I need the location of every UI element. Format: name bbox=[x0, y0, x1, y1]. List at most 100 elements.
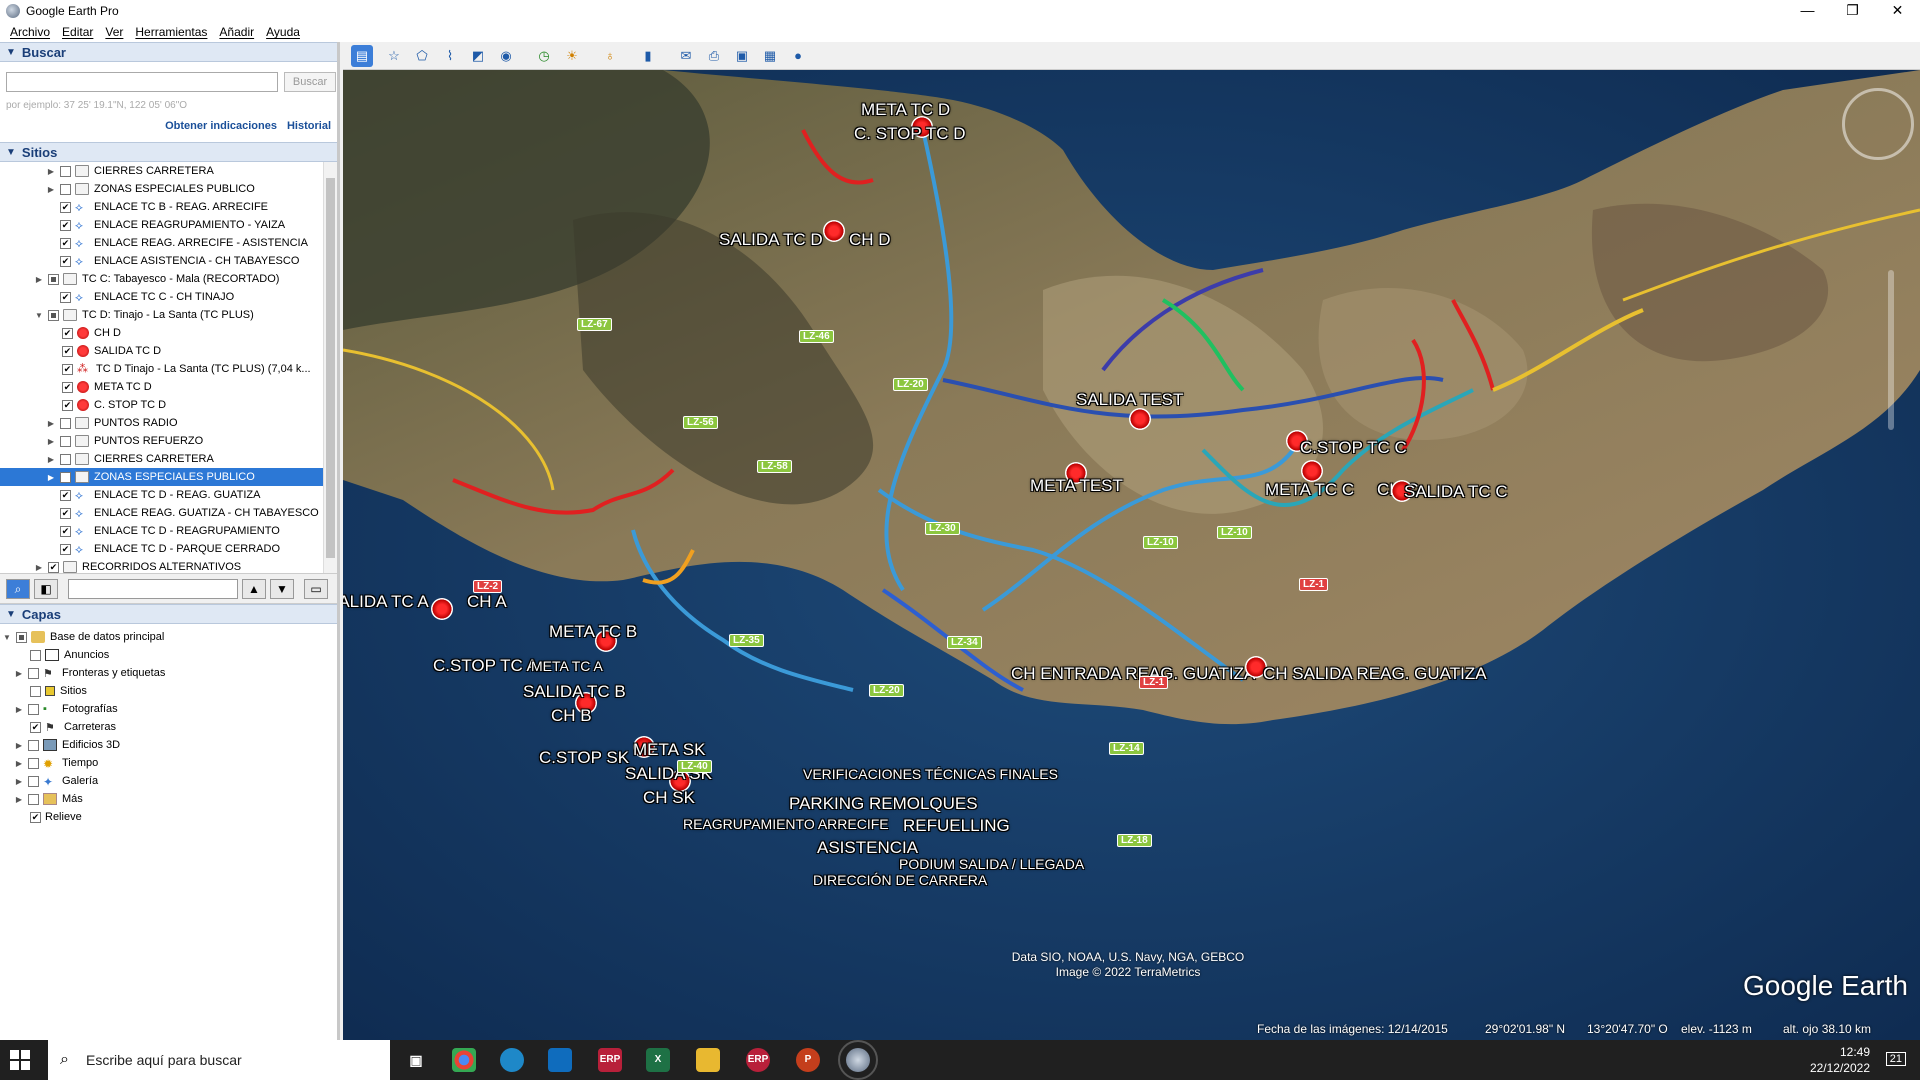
clock-time[interactable]: 12:49 bbox=[1810, 1044, 1870, 1060]
map-label[interactable]: SALIDA TC D bbox=[719, 230, 823, 250]
menu-archivo[interactable]: Archivo bbox=[4, 25, 56, 39]
tree-item[interactable]: ✔ ⟡ ENLACE TC C - CH TINAJO bbox=[46, 288, 337, 306]
sidebar-toggle-icon[interactable]: ▤ bbox=[351, 45, 373, 67]
add-polygon-icon[interactable]: ⬠ bbox=[411, 45, 433, 67]
map-label[interactable]: CH D bbox=[849, 230, 891, 250]
map-pin-meta-tc-c[interactable] bbox=[1301, 460, 1323, 482]
layer-item[interactable]: ▶ ✹ Tiempo bbox=[14, 754, 98, 772]
checkbox[interactable]: ✔ bbox=[60, 525, 71, 537]
tree-item[interactable]: ✔ CH D bbox=[58, 324, 337, 342]
expand-arrow-icon[interactable]: ▶ bbox=[46, 185, 56, 194]
expand-arrow-icon[interactable]: ▶ bbox=[14, 669, 24, 678]
expand-arrow-icon[interactable]: ▶ bbox=[14, 705, 24, 714]
get-directions-link[interactable]: Obtener indicaciones bbox=[165, 120, 277, 132]
ruler-icon[interactable]: ▮ bbox=[637, 45, 659, 67]
tree-item-selected[interactable]: ▶ ZONAS ESPECIALES PUBLICO bbox=[0, 468, 323, 486]
zoom-slider[interactable] bbox=[1888, 270, 1894, 430]
record-tour-icon[interactable]: ◉ bbox=[495, 45, 517, 67]
history-link[interactable]: Historial bbox=[287, 120, 331, 132]
edge-icon[interactable] bbox=[500, 1048, 524, 1072]
tree-item[interactable]: ✔ ⁂ TC D Tinajo - La Santa (TC PLUS) (7,04… bbox=[58, 360, 337, 378]
checkbox[interactable] bbox=[28, 667, 39, 679]
map-pin-salida-test[interactable] bbox=[1129, 408, 1151, 430]
tree-item[interactable]: ✔ META TC D bbox=[58, 378, 337, 396]
map-label[interactable]: SALIDA TC A bbox=[343, 592, 429, 612]
checkbox[interactable]: ✔ bbox=[48, 561, 59, 573]
checkbox[interactable] bbox=[48, 309, 59, 321]
map-label[interactable]: CH B bbox=[551, 706, 592, 726]
map-label[interactable]: META TC A bbox=[531, 658, 603, 674]
task-view-icon[interactable]: ▣ bbox=[404, 1048, 428, 1072]
move-down-icon[interactable]: ▼ bbox=[270, 579, 294, 599]
checkbox[interactable] bbox=[28, 739, 39, 751]
sunlight-icon[interactable]: ☀ bbox=[561, 45, 583, 67]
checkbox[interactable] bbox=[28, 757, 39, 769]
expand-arrow-icon[interactable]: ▶ bbox=[34, 275, 44, 284]
map-label[interactable]: CH ENTRADA REAG. GUATIZA bbox=[1011, 664, 1255, 684]
search-panel-header[interactable]: ▼ Buscar bbox=[0, 42, 337, 62]
tree-item[interactable]: ▶ TC C: Tabayesco - Mala (RECORTADO) bbox=[34, 270, 337, 288]
tree-item[interactable]: ▶ CIERRES CARRETERA bbox=[46, 450, 337, 468]
search-places-icon[interactable]: ⌕ bbox=[6, 579, 30, 599]
layer-item[interactable]: ▶ ⚑ Fronteras y etiquetas bbox=[14, 664, 165, 682]
checkbox[interactable] bbox=[28, 793, 39, 805]
add-path-icon[interactable]: ⌇ bbox=[439, 45, 461, 67]
checkbox[interactable] bbox=[28, 703, 39, 715]
checkbox[interactable]: ✔ bbox=[60, 219, 71, 231]
tree-item[interactable]: ✔ ⟡ ENLACE TC D - REAGRUPAMIENTO bbox=[46, 522, 337, 540]
checkbox[interactable]: ✔ bbox=[60, 291, 71, 303]
expand-arrow-icon[interactable]: ▶ bbox=[46, 167, 56, 176]
move-up-icon[interactable]: ▲ bbox=[242, 579, 266, 599]
historical-imagery-icon[interactable]: ◷ bbox=[533, 45, 555, 67]
map-view[interactable]: META TC D C. STOP TC D SALIDA TC D CH D … bbox=[343, 70, 1920, 1040]
layer-item[interactable]: ✔ ⚑ Carreteras bbox=[26, 718, 116, 736]
tree-item[interactable]: ✔ ⟡ ENLACE TC D - PARQUE CERRADO bbox=[46, 540, 337, 558]
maximize-button[interactable]: ❐ bbox=[1830, 0, 1875, 22]
map-label[interactable]: REFUELLING bbox=[903, 816, 1010, 836]
map-label[interactable]: META TC B bbox=[549, 622, 637, 642]
expand-arrow-icon[interactable]: ▶ bbox=[46, 455, 56, 464]
windows-start-icon[interactable] bbox=[10, 1050, 30, 1070]
map-label[interactable]: SALIDA TC B bbox=[523, 682, 626, 702]
tree-item[interactable]: ✔ ⟡ ENLACE REAG. GUATIZA - CH TABAYESCO bbox=[46, 504, 337, 522]
outlook-icon[interactable] bbox=[548, 1048, 572, 1072]
tree-item[interactable]: ✔ ⟡ ENLACE TC D - REAG. GUATIZA bbox=[46, 486, 337, 504]
layer-item[interactable]: ✔ Relieve bbox=[26, 808, 82, 826]
expand-arrow-icon[interactable]: ▶ bbox=[46, 473, 56, 482]
email-icon[interactable]: ✉ bbox=[675, 45, 697, 67]
view-in-maps-icon[interactable]: ▦ bbox=[759, 45, 781, 67]
map-label[interactable]: CH SK bbox=[643, 788, 695, 808]
checkbox[interactable]: ✔ bbox=[60, 255, 71, 267]
layer-item[interactable]: ▶ Más bbox=[14, 790, 83, 808]
clock-date[interactable]: 22/12/2022 bbox=[1810, 1060, 1870, 1076]
checkbox[interactable] bbox=[60, 435, 71, 447]
search-button[interactable]: Buscar bbox=[284, 72, 336, 92]
map-label[interactable]: REAGRUPAMIENTO ARRECIFE bbox=[683, 816, 889, 832]
tree-item[interactable]: ▶ PUNTOS RADIO bbox=[46, 414, 337, 432]
map-label[interactable]: C.STOP SK bbox=[539, 748, 629, 768]
chrome-icon[interactable] bbox=[452, 1048, 476, 1072]
checkbox[interactable]: ✔ bbox=[60, 201, 71, 213]
layer-item[interactable]: ▶ ✦ Galería bbox=[14, 772, 98, 790]
map-label[interactable]: C.STOP TC C bbox=[1300, 438, 1407, 458]
checkbox[interactable]: ✔ bbox=[62, 345, 73, 357]
collapse-arrow-icon[interactable]: ▼ bbox=[2, 633, 12, 642]
checkbox[interactable]: ✔ bbox=[60, 237, 71, 249]
map-label[interactable]: VERIFICACIONES TÉCNICAS FINALES bbox=[803, 766, 1058, 782]
tree-item[interactable]: ✔ SALIDA TC D bbox=[58, 342, 337, 360]
tree-item[interactable]: ▶ ZONAS ESPECIALES PUBLICO bbox=[46, 180, 337, 198]
tree-item[interactable]: ▶ PUNTOS REFUERZO bbox=[46, 432, 337, 450]
menu-herramientas[interactable]: Herramientas bbox=[129, 25, 213, 39]
excel-icon[interactable]: X bbox=[646, 1048, 670, 1072]
menu-anadir[interactable]: Añadir bbox=[213, 25, 260, 39]
search-input[interactable] bbox=[6, 72, 278, 92]
places-panel-header[interactable]: ▼ Sitios bbox=[0, 142, 337, 162]
tree-item[interactable]: ▼ TC D: Tinajo - La Santa (TC PLUS) bbox=[34, 306, 337, 324]
places-tree[interactable]: ▶ CIERRES CARRETERA ▶ ZONAS ESPECIALES PUB… bbox=[0, 162, 337, 574]
checkbox[interactable]: ✔ bbox=[30, 721, 41, 733]
layer-item[interactable]: Sitios bbox=[26, 682, 87, 700]
planets-icon[interactable]: ♁ bbox=[599, 45, 621, 67]
minimize-button[interactable]: — bbox=[1785, 0, 1830, 22]
earth-icon[interactable]: ● bbox=[787, 45, 809, 67]
checkbox[interactable] bbox=[28, 775, 39, 787]
